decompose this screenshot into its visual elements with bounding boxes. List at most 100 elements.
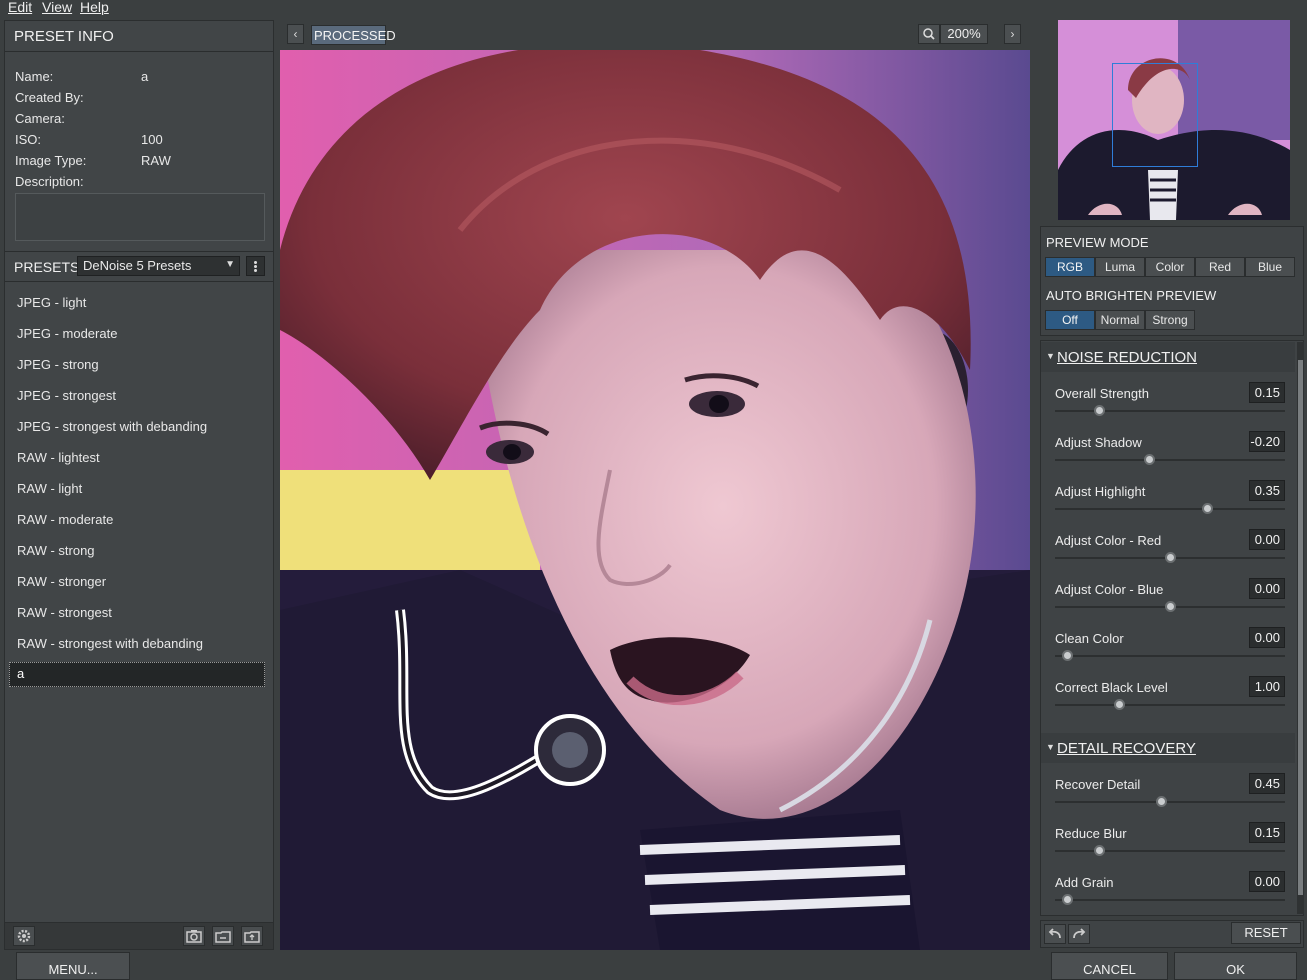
menu-bar: Edit View Help: [0, 0, 1307, 16]
reset-button[interactable]: RESET: [1231, 922, 1301, 944]
slider-handle[interactable]: [1114, 699, 1126, 710]
preview-mode-color[interactable]: Color: [1145, 257, 1195, 277]
slider-track[interactable]: [1055, 410, 1285, 412]
preset-item[interactable]: RAW - strongest: [17, 605, 112, 620]
slider-value-input[interactable]: -0.20: [1249, 431, 1285, 452]
preset-item[interactable]: JPEG - strongest: [17, 388, 116, 403]
left-panel: PRESET INFO Name: a Created By: Camera: …: [4, 20, 274, 950]
preset-item[interactable]: RAW - strong: [17, 543, 95, 558]
slider-track[interactable]: [1055, 655, 1285, 657]
settings-button[interactable]: [13, 926, 35, 946]
slider-track[interactable]: [1055, 801, 1285, 803]
preset-item[interactable]: RAW - lightest: [17, 450, 100, 465]
slider-handle[interactable]: [1165, 552, 1176, 563]
preview-mode-blue[interactable]: Blue: [1245, 257, 1295, 277]
preview-mode-luma[interactable]: Luma: [1095, 257, 1145, 277]
preset-set-dropdown[interactable]: DeNoise 5 Presets ▼: [77, 256, 240, 276]
slider-value-input[interactable]: 0.15: [1249, 382, 1285, 403]
export-preset-button[interactable]: [241, 926, 263, 946]
preset-item[interactable]: RAW - moderate: [17, 512, 113, 527]
preset-name-input[interactable]: a: [9, 662, 265, 687]
slider-value-input[interactable]: 0.00: [1249, 871, 1285, 892]
collapse-arrow-icon: ▼: [1046, 742, 1055, 752]
slider-track[interactable]: [1055, 899, 1285, 901]
iso-label: ISO:: [15, 132, 42, 147]
slider-handle[interactable]: [1061, 650, 1073, 661]
view-mode-label[interactable]: PROCESSED: [311, 25, 396, 45]
snapshot-button[interactable]: [183, 926, 205, 946]
created-by-label: Created By:: [15, 90, 84, 105]
import-preset-button[interactable]: [212, 926, 234, 946]
slider-track[interactable]: [1055, 850, 1285, 852]
preview-mode-red[interactable]: Red: [1195, 257, 1245, 277]
dropdown-arrow-icon: ▼: [225, 259, 235, 270]
slider-handle[interactable]: [1093, 405, 1105, 416]
slider-row: Reduce Blur 0.15: [1055, 822, 1285, 871]
divider: [5, 281, 273, 282]
slider-value-input[interactable]: 0.35: [1249, 480, 1285, 501]
processed-image-view[interactable]: [280, 50, 1030, 950]
iso-value: 100: [141, 132, 163, 147]
image-type-label: Image Type:: [15, 153, 87, 168]
slider-row: Clean Color 0.00: [1055, 627, 1285, 676]
preset-item[interactable]: JPEG - light: [17, 295, 86, 310]
slider-value-input[interactable]: 0.00: [1249, 578, 1285, 599]
slider-handle[interactable]: [1165, 601, 1176, 612]
slider-handle[interactable]: [1201, 503, 1213, 514]
slider-value-input[interactable]: 1.00: [1249, 676, 1285, 697]
slider-track[interactable]: [1055, 459, 1285, 461]
divider: [5, 251, 273, 252]
slider-label: Correct Black Level: [1055, 680, 1168, 695]
kebab-menu-icon: [254, 261, 257, 264]
previous-view-button[interactable]: ‹: [287, 24, 304, 44]
presets-menu-button[interactable]: [246, 256, 265, 276]
slider-handle[interactable]: [1093, 845, 1105, 856]
processed-photo: [280, 50, 1030, 950]
noise-reduction-header[interactable]: ▼ NOISE REDUCTION: [1041, 342, 1295, 372]
slider-label: Overall Strength: [1055, 386, 1149, 401]
redo-icon: [1073, 928, 1086, 939]
menu-edit[interactable]: Edit: [8, 0, 32, 15]
preview-mode-rgb[interactable]: RGB: [1045, 257, 1095, 277]
scrollbar-thumb[interactable]: [1298, 360, 1303, 895]
slider-value-input[interactable]: 0.00: [1249, 627, 1285, 648]
auto-brighten-strong[interactable]: Strong: [1145, 310, 1195, 330]
auto-brighten-title: AUTO BRIGHTEN PREVIEW: [1046, 288, 1217, 303]
slider-value-input[interactable]: 0.00: [1249, 529, 1285, 550]
preset-item[interactable]: JPEG - moderate: [17, 326, 117, 341]
menu-button[interactable]: MENU...: [16, 952, 130, 980]
redo-button[interactable]: [1068, 924, 1090, 944]
next-view-button[interactable]: ›: [1004, 24, 1021, 44]
slider-track[interactable]: [1055, 508, 1285, 510]
menu-view[interactable]: View: [42, 0, 72, 15]
slider-handle[interactable]: [1144, 454, 1156, 465]
preset-item[interactable]: JPEG - strong: [17, 357, 99, 372]
preset-item[interactable]: RAW - stronger: [17, 574, 106, 589]
menu-help[interactable]: Help: [80, 0, 109, 15]
auto-brighten-normal[interactable]: Normal: [1095, 310, 1145, 330]
preview-options-panel: PREVIEW MODE RGB Luma Color Red Blue AUT…: [1040, 226, 1304, 336]
undo-button[interactable]: [1044, 924, 1066, 944]
preset-item[interactable]: JPEG - strongest with debanding: [17, 419, 207, 434]
name-label: Name:: [15, 69, 54, 84]
zoom-level[interactable]: 200%: [940, 24, 988, 44]
cancel-button[interactable]: CANCEL: [1051, 952, 1168, 980]
detail-recovery-header[interactable]: ▼ DETAIL RECOVERY: [1041, 733, 1295, 763]
navigator-viewport-frame[interactable]: [1112, 63, 1198, 167]
slider-label: Add Grain: [1055, 875, 1114, 890]
slider-label: Adjust Color - Blue: [1055, 582, 1164, 597]
description-field[interactable]: [15, 193, 265, 241]
slider-row: Overall Strength 0.15: [1055, 382, 1285, 431]
preset-item[interactable]: RAW - strongest with debanding: [17, 636, 203, 651]
slider-handle[interactable]: [1155, 796, 1167, 807]
ok-button[interactable]: OK: [1174, 952, 1297, 980]
slider-value-input[interactable]: 0.15: [1249, 822, 1285, 843]
settings-panel: ▼ NOISE REDUCTION Overall Strength 0.15 Ad…: [1040, 340, 1304, 916]
auto-brighten-off[interactable]: Off: [1045, 310, 1095, 330]
slider-value-input[interactable]: 0.45: [1249, 773, 1285, 794]
slider-row: Adjust Color - Red 0.00: [1055, 529, 1285, 578]
preset-item[interactable]: RAW - light: [17, 481, 82, 496]
zoom-button[interactable]: [918, 24, 940, 44]
slider-handle[interactable]: [1061, 894, 1073, 905]
slider-track[interactable]: [1055, 704, 1285, 706]
